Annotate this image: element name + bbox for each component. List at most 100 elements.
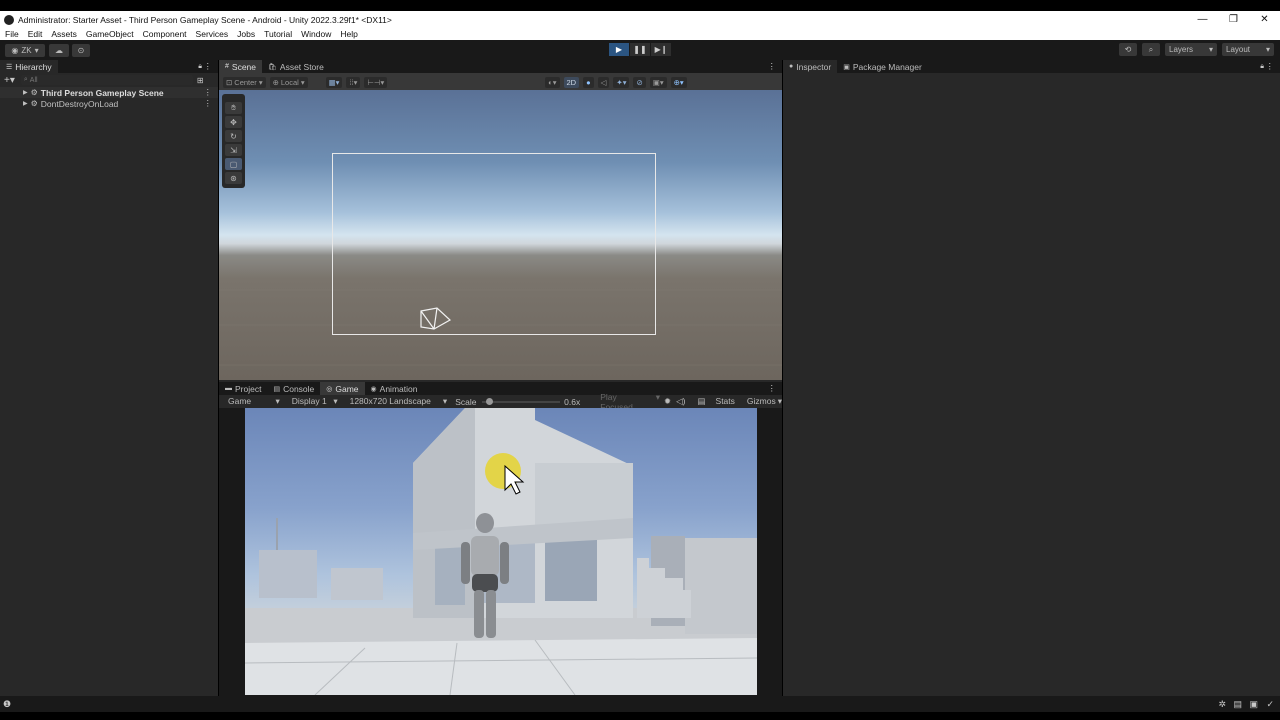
tab-asset-store[interactable]: 🛍︎ Asset Store — [262, 60, 330, 73]
scene-icon: ⚙ — [30, 88, 38, 97]
account-dropdown[interactable]: ◉ ZK ▾ — [5, 44, 45, 57]
filter-icon[interactable]: ⊞ — [197, 76, 204, 85]
tab-project[interactable]: ▬ Project — [219, 382, 267, 395]
progress-icon[interactable]: ▤ — [1233, 699, 1242, 710]
tools-handle[interactable] — [225, 96, 242, 100]
menu-edit[interactable]: Edit — [28, 29, 43, 39]
resolution-dropdown[interactable]: 1280x720 Landscape ▾ — [344, 396, 448, 407]
tab-package-manager[interactable]: ▣ Package Manager — [837, 60, 928, 73]
layers-dropdown[interactable]: Layers ▾ — [1165, 43, 1217, 56]
lighting-toggle[interactable]: ● — [583, 76, 594, 88]
menu-help[interactable]: Help — [340, 29, 357, 39]
camera-frustum-frame — [332, 153, 656, 335]
scale-slider[interactable] — [482, 397, 561, 405]
pivot-dropdown[interactable]: ⊡ Center ▾ — [223, 76, 266, 88]
history-button[interactable]: ⟲ — [1119, 43, 1137, 56]
game-viewport[interactable] — [245, 408, 757, 695]
toggle-2d-button[interactable]: 2D — [563, 76, 580, 88]
camera-gizmo-icon[interactable] — [418, 305, 454, 333]
hand-tool-button[interactable]: ✋︎ — [225, 102, 242, 114]
transform-icon: ⊛ — [230, 173, 237, 183]
frame-debugger-icon[interactable]: ✹ — [664, 396, 671, 407]
layout-dropdown[interactable]: Layout ▾ — [1222, 43, 1274, 56]
menu-services[interactable]: Services — [196, 29, 229, 39]
rect-tool-button[interactable]: ▢ — [225, 158, 242, 170]
menu-jobs[interactable]: Jobs — [237, 29, 255, 39]
step-button[interactable]: ▶❙ — [651, 43, 671, 56]
pause-button[interactable]: ❚❚ — [630, 43, 650, 56]
hierarchy-search-input[interactable]: ⌕ All — [20, 75, 193, 85]
pause-icon: ❚❚ — [633, 45, 647, 54]
audio-toggle[interactable]: ◁ — [597, 76, 610, 88]
more-icon[interactable]: ⋮ — [768, 383, 777, 394]
pivot-label: Center — [234, 77, 257, 87]
camera-settings-dropdown[interactable]: ▣▾ — [649, 76, 667, 88]
scale-value: 0.6x — [564, 396, 581, 407]
move-tool-button[interactable]: ✥ — [225, 116, 242, 128]
tab-scene[interactable]: # Scene — [219, 60, 263, 73]
menu-window[interactable]: Window — [301, 29, 331, 39]
menu-component[interactable]: Component — [143, 29, 187, 39]
cloud-button[interactable]: ☁ — [49, 44, 69, 57]
effects-toggle[interactable]: ✦▾ — [613, 76, 630, 88]
tab-hierarchy[interactable]: ☰ Hierarchy — [0, 60, 58, 73]
lock-icon[interactable]: 🔒︎ — [198, 63, 202, 71]
transform-tool-button[interactable]: ⊛ — [225, 172, 242, 184]
tab-animation[interactable]: ◉ Animation — [365, 382, 424, 395]
search-button[interactable]: ⌕ — [1142, 43, 1160, 56]
tab-console[interactable]: ▤ Console — [267, 382, 320, 395]
mute-audio-icon[interactable]: ◁) — [676, 396, 685, 407]
menu-gameobject[interactable]: GameObject — [86, 29, 134, 39]
resolution-label: 1280x720 Landscape — [349, 396, 431, 406]
hierarchy-item[interactable]: ▶ ⚙ Third Person Gameplay Scene ⋮ — [0, 87, 218, 98]
more-icon[interactable]: ⋮ — [204, 87, 213, 98]
play-controls: ▶ ❚❚ ▶❙ — [609, 43, 672, 56]
play-button[interactable]: ▶ — [609, 43, 629, 56]
foldout-icon[interactable]: ▶ — [23, 100, 28, 107]
hierarchy-item[interactable]: ▶ ⚙ DontDestroyOnLoad ⋮ — [0, 98, 218, 109]
more-icon[interactable]: ⋮ — [768, 61, 777, 72]
visibility-toggle[interactable]: ⊘ — [633, 76, 646, 88]
space-dropdown[interactable]: ⊕ Local ▾ — [269, 76, 308, 88]
menu-tutorial[interactable]: Tutorial — [264, 29, 292, 39]
more-icon[interactable]: ⋮ — [204, 61, 213, 72]
cache-icon[interactable]: ▣ — [1249, 699, 1258, 710]
bug-icon[interactable]: ✲ — [1218, 699, 1226, 710]
more-icon[interactable]: ⋮ — [1266, 61, 1275, 72]
display-dropdown[interactable]: Display 1 ▾ — [286, 396, 338, 407]
menu-file[interactable]: File — [5, 29, 19, 39]
chevron-down-icon: ▾ — [275, 396, 280, 406]
rotate-tool-button[interactable]: ↻ — [225, 130, 242, 142]
hand-icon: ✋︎ — [231, 103, 236, 112]
align-button[interactable]: ⊢⊣▾ — [364, 76, 388, 88]
search-icon: ⌕ — [1148, 44, 1154, 54]
grid-snap-button[interactable]: ▦▾ — [325, 76, 343, 88]
chevron-down-icon: ▾ — [1265, 45, 1270, 54]
minimize-button[interactable]: — — [1187, 11, 1218, 28]
gizmos-dropdown[interactable]: ⊕▾ — [670, 76, 687, 88]
tab-inspector[interactable]: ● Inspector — [783, 60, 838, 73]
lock-icon[interactable]: 🔒︎ — [1260, 63, 1264, 71]
snap-increment-button[interactable]: ⁞⁞▾ — [346, 76, 361, 88]
collab-button[interactable]: ⊙ — [72, 44, 90, 57]
window-title: Administrator: Starter Asset - Third Per… — [18, 14, 392, 25]
game-view-dropdown[interactable]: Game ▾ — [222, 396, 280, 407]
chevron-down-icon: ▾ — [333, 396, 338, 406]
scale-tool-button[interactable]: ⇲ — [225, 144, 242, 156]
gizmos-toggle[interactable]: Gizmos ▾ — [741, 396, 782, 407]
foldout-icon[interactable]: ▶ — [23, 89, 28, 96]
status-info-icon[interactable]: ❶ — [3, 699, 11, 710]
tab-animation-label: Animation — [379, 383, 418, 394]
list-icon: ☰ — [6, 63, 13, 71]
draw-mode-dropdown[interactable]: ◐▾ — [545, 76, 560, 88]
chevron-down-icon: ▾ — [777, 396, 782, 406]
check-icon[interactable]: ✓ — [1266, 699, 1274, 710]
more-icon[interactable]: ⋮ — [204, 98, 213, 109]
menu-assets[interactable]: Assets — [51, 29, 77, 39]
scale-slider-thumb[interactable] — [486, 397, 494, 405]
close-button[interactable]: ✕ — [1249, 11, 1280, 28]
tab-game[interactable]: ◎ Game — [320, 382, 365, 395]
stats-toggle[interactable]: ▤ Stats — [692, 396, 735, 407]
add-icon[interactable]: +▾ — [4, 75, 15, 86]
restore-button[interactable]: ❐ — [1218, 11, 1249, 28]
